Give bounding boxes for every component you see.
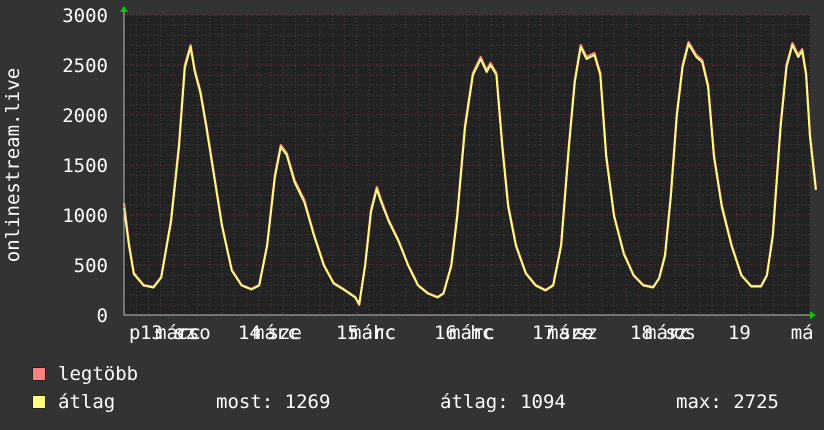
x-tick-label: má — [791, 322, 814, 344]
x-tick-label: cs — [673, 322, 696, 344]
legend-item-max: legtöbb — [32, 363, 138, 385]
y-axis-arrow — [120, 6, 128, 12]
x-tick-label: sze — [268, 322, 302, 344]
x-tick-label: sz — [575, 322, 598, 344]
x-axis-arrow — [810, 311, 816, 319]
legend-label-max: legtöbb — [58, 363, 139, 385]
y-tick-label: 3000 — [62, 5, 108, 27]
stat-max: max: 2725 — [676, 391, 779, 413]
legend-swatch-max — [32, 367, 46, 381]
x-tick-label: hc — [470, 322, 493, 344]
y-tick-label: 2000 — [62, 105, 108, 127]
stat-average: átlag: 1094 — [440, 391, 566, 413]
y-tick-label: 500 — [74, 255, 108, 277]
x-tick-labels: p 13márcszcso 14márcsze 15márchc 16márchc 17m… — [129, 322, 814, 344]
y-axis-label: onlinestream.live — [2, 68, 24, 262]
x-tick-label: p — [129, 322, 140, 344]
x-tick-label: cso — [176, 322, 210, 344]
y-tick-labels: 0 500 1000 1500 2000 2500 3000 — [62, 5, 108, 327]
legend-item-avg: átlag — [32, 391, 115, 413]
y-tick-label: 2500 — [62, 55, 108, 77]
x-tick-label: 19 — [728, 322, 751, 344]
legend-swatch-avg — [32, 395, 46, 409]
y-tick-label: 0 — [97, 305, 108, 327]
x-tick-label: hc — [373, 322, 396, 344]
stat-now: most: 1269 — [216, 391, 331, 413]
y-tick-label: 1500 — [62, 155, 108, 177]
legend-label-avg: átlag — [58, 391, 116, 413]
y-tick-label: 1000 — [62, 205, 108, 227]
